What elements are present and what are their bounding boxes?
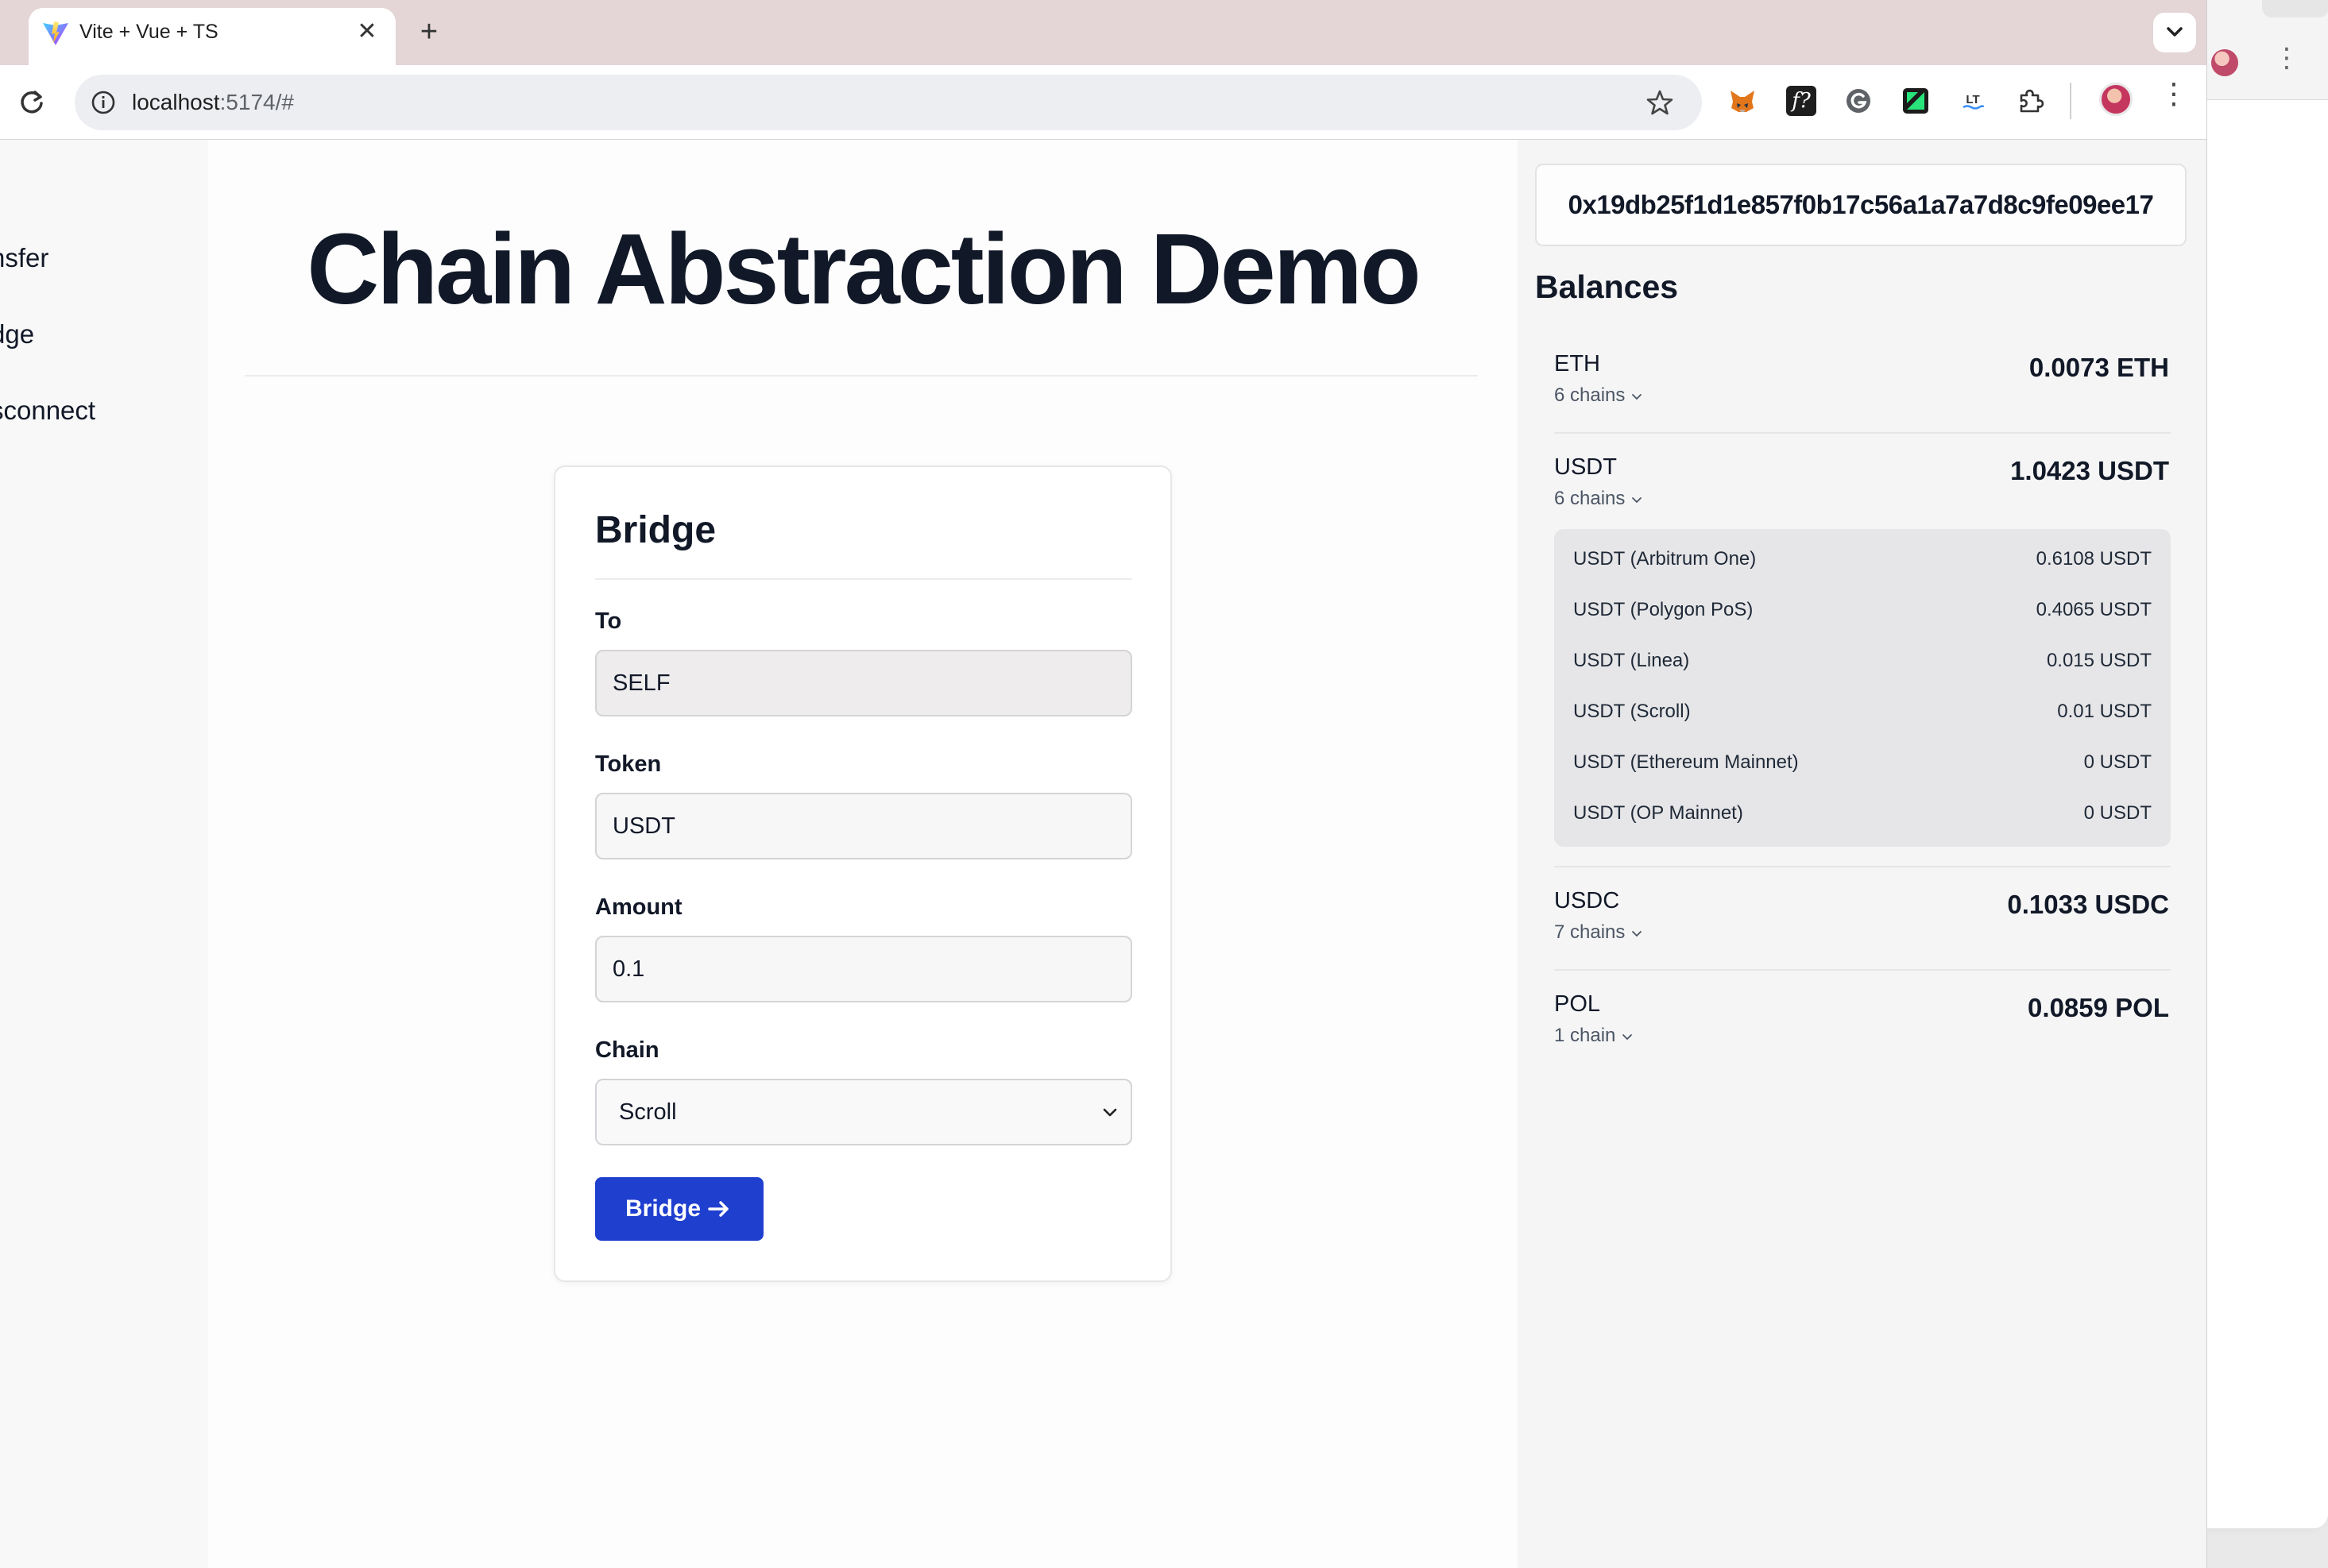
plus-icon[interactable]: + xyxy=(412,14,447,49)
card-title: Bridge xyxy=(595,509,717,551)
breakdown-chain-name: USDT (OP Mainnet) xyxy=(1573,802,1743,824)
amount-label: Amount xyxy=(595,894,683,920)
kebab-menu-icon[interactable]: ⋮ xyxy=(2160,79,2188,108)
profile-avatar[interactable] xyxy=(2099,83,2133,116)
site-info-icon[interactable] xyxy=(89,88,118,117)
url-path: :5174/# xyxy=(219,90,294,114)
asset-name-pol: POL xyxy=(1554,991,1601,1017)
asset-chains-toggle-eth[interactable]: 6 chains xyxy=(1554,384,1644,407)
asset-chains-toggle-usdc[interactable]: 7 chains xyxy=(1554,921,1644,944)
divider xyxy=(595,578,1132,580)
chevron-down-icon xyxy=(2167,27,2183,37)
main-content: Chain Abstraction Demo Bridge To SELF To… xyxy=(208,140,1518,1568)
amount-field[interactable]: 0.1 xyxy=(595,936,1132,1002)
divider xyxy=(1554,432,2171,434)
tab-title: Vite + Vue + TS xyxy=(79,21,218,43)
languagetool-icon[interactable]: LT xyxy=(1958,86,1988,116)
asset-name-usdc: USDC xyxy=(1554,888,1620,913)
divider xyxy=(245,375,1478,377)
asset-chains-toggle-pol[interactable]: 1 chain xyxy=(1554,1025,1634,1047)
breakdown-chain-name: USDT (Ethereum Mainnet) xyxy=(1573,751,1799,773)
svg-text:LT: LT xyxy=(1966,93,1979,106)
asset-chains-label: 1 chain xyxy=(1554,1025,1616,1046)
function-icon[interactable]: f? xyxy=(1786,86,1816,116)
puzzle-icon[interactable] xyxy=(2015,86,2045,116)
reload-icon[interactable] xyxy=(16,86,48,118)
background-profile-avatar[interactable] xyxy=(2211,49,2238,76)
toolbar-separator xyxy=(2070,83,2071,119)
background-window-tab xyxy=(2262,0,2328,17)
breakdown-chain-value: 0.015 USDT xyxy=(2046,650,2152,671)
breakdown-chain-name: USDT (Linea) xyxy=(1573,650,1690,671)
asset-total-eth: 0.0073 ETH xyxy=(2028,353,2169,382)
breakdown-chain-value: 0.01 USDT xyxy=(2057,701,2152,722)
token-field[interactable]: USDT xyxy=(595,793,1132,859)
green-extension-icon[interactable] xyxy=(1901,86,1931,116)
breakdown-chain-name: USDT (Polygon PoS) xyxy=(1573,599,1754,620)
asset-chains-label: 7 chains xyxy=(1554,921,1626,943)
asset-chains-label: 6 chains xyxy=(1554,488,1626,509)
wallet-panel: 0x19db25f1d1e857f0b17c56a1a7a7d8c9fe09ee… xyxy=(1518,140,2206,1568)
wallet-address[interactable]: 0x19db25f1d1e857f0b17c56a1a7a7d8c9fe09ee… xyxy=(1535,164,2187,246)
chain-label: Chain xyxy=(595,1037,659,1063)
sidebar: nsfer dge sconnect xyxy=(0,140,208,1568)
background-kebab-menu-icon[interactable]: ⋮ xyxy=(2273,44,2300,71)
asset-total-usdt: 1.0423 USDT xyxy=(2010,456,2169,485)
asset-total-usdc: 0.1033 USDC xyxy=(2007,890,2169,919)
chevron-down-icon xyxy=(1103,1108,1117,1117)
sidebar-item-bridge[interactable]: dge xyxy=(0,319,34,350)
token-label: Token xyxy=(595,751,662,777)
usdt-chain-breakdown: USDT (Arbitrum One) 0.6108 USDT USDT (Po… xyxy=(1554,529,2171,847)
chevron-down-icon xyxy=(1632,393,1642,400)
tab-strip: Vite + Vue + TS ✕ + xyxy=(0,0,2206,65)
star-icon[interactable] xyxy=(1645,87,1675,118)
chevron-down-icon xyxy=(1622,1033,1633,1040)
asset-name-eth: ETH xyxy=(1554,351,1600,377)
bridge-card: Bridge To SELF Token USDT Amount 0.1 Cha… xyxy=(554,465,1172,1282)
chevron-down-icon xyxy=(1632,930,1642,937)
vite-favicon xyxy=(43,21,68,45)
breakdown-chain-value: 0.6108 USDT xyxy=(2036,548,2152,570)
divider xyxy=(1554,969,2171,971)
asset-chains-toggle-usdt[interactable]: 6 chains xyxy=(1554,488,1644,510)
close-icon[interactable]: ✕ xyxy=(353,17,381,46)
grammarly-icon[interactable] xyxy=(1843,86,1874,116)
bridge-button[interactable]: Bridge xyxy=(595,1177,764,1241)
breakdown-chain-name: USDT (Arbitrum One) xyxy=(1573,548,1757,570)
breakdown-chain-value: 0.4065 USDT xyxy=(2036,599,2152,620)
to-field[interactable]: SELF xyxy=(595,650,1132,716)
breakdown-chain-name: USDT (Scroll) xyxy=(1573,701,1691,722)
url-host: localhost xyxy=(132,90,220,114)
tab-search-button[interactable] xyxy=(2153,13,2196,52)
divider xyxy=(1554,866,2171,867)
breakdown-chain-value: 0 USDT xyxy=(2083,751,2152,773)
page-title: Chain Abstraction Demo xyxy=(307,213,1421,325)
browser-toolbar: localhost:5174/# f? LT ⋮ xyxy=(0,65,2206,140)
browser-window: Vite + Vue + TS ✕ + localhost:5174/# f? … xyxy=(0,0,2207,1568)
metamask-icon[interactable] xyxy=(1727,86,1758,116)
bridge-button-label: Bridge xyxy=(625,1195,702,1222)
sidebar-item-disconnect[interactable]: sconnect xyxy=(0,396,95,426)
tab-active[interactable]: Vite + Vue + TS ✕ xyxy=(29,8,396,65)
sidebar-item-transfer[interactable]: nsfer xyxy=(0,243,48,273)
to-label: To xyxy=(595,608,622,634)
arrow-right-icon xyxy=(708,1201,729,1217)
url-text: localhost:5174/# xyxy=(132,90,294,115)
web-page: nsfer dge sconnect Chain Abstraction Dem… xyxy=(0,140,2206,1568)
asset-chains-label: 6 chains xyxy=(1554,384,1626,406)
chain-select-value: Scroll xyxy=(619,1099,677,1125)
balances-title: Balances xyxy=(1535,268,1679,305)
chevron-down-icon xyxy=(1632,496,1642,503)
asset-total-pol: 0.0859 POL xyxy=(2028,993,2169,1022)
address-bar[interactable]: localhost:5174/# xyxy=(75,75,1702,130)
breakdown-chain-value: 0 USDT xyxy=(2083,802,2152,824)
chain-select[interactable]: Scroll xyxy=(595,1079,1132,1145)
asset-name-usdt: USDT xyxy=(1554,454,1617,480)
